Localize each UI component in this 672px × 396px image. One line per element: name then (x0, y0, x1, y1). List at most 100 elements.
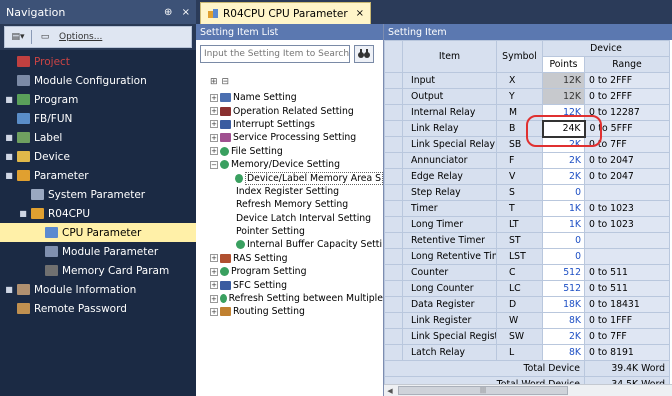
collapse-icon[interactable]: ■ (4, 171, 14, 181)
horizontal-scrollbar[interactable]: ◀ ||| (384, 384, 672, 396)
check-icon (220, 160, 229, 170)
filter-icon[interactable]: ▭ (36, 29, 54, 45)
expand-icon[interactable]: + (210, 267, 218, 276)
nav-item[interactable]: Remote Password (0, 299, 196, 318)
setting-tree-item[interactable]: − Memory/Device Setting (210, 158, 383, 171)
nav-item[interactable]: ■ Module Information (0, 280, 196, 299)
setting-tree-item[interactable]: + Name Setting (210, 91, 383, 104)
points-cell[interactable]: 18K (542, 296, 585, 313)
expand-icon[interactable]: ■ (4, 133, 14, 143)
points-cell[interactable]: 12K (542, 104, 585, 121)
nav-item[interactable]: CPU Parameter (0, 223, 196, 242)
symbol-cell: LST (496, 248, 543, 265)
setting-tree-item[interactable]: + RAS Setting (210, 252, 383, 265)
setting-item-list-header: Setting Item List (196, 24, 383, 40)
system-parameter-icon (31, 189, 44, 200)
expand-icon[interactable]: + (210, 307, 218, 316)
remote-password-icon (17, 303, 30, 314)
nav-item-label: Device (34, 150, 70, 163)
expand-icon[interactable]: ■ (4, 95, 14, 105)
nav-item[interactable]: Module Configuration (0, 71, 196, 90)
close-icon[interactable]: × (182, 7, 190, 18)
points-cell[interactable]: 2K (542, 168, 585, 185)
scroll-thumb[interactable]: ||| (398, 386, 568, 395)
tab-cpu-parameter[interactable]: R04CPU CPU Parameter × (200, 2, 372, 24)
view-mode-icon[interactable]: ▤▾ (9, 29, 27, 45)
close-tab-icon[interactable]: × (356, 8, 364, 19)
toolbar-separator (31, 30, 32, 44)
expand-icon[interactable]: + (210, 93, 218, 102)
collapse-icon[interactable]: ■ (18, 209, 28, 219)
search-input[interactable] (200, 45, 350, 63)
setting-tree-item[interactable]: + SFC Setting (210, 278, 383, 291)
collapse-all-icon[interactable]: ⊟ (222, 77, 230, 87)
setting-tree-item[interactable]: + Program Setting (210, 265, 383, 278)
points-cell[interactable]: 512 (542, 264, 585, 281)
options-button[interactable]: Options... (58, 29, 103, 45)
setting-tree-item[interactable]: Refresh Memory Setting (210, 198, 383, 211)
points-cell[interactable]: 1K (542, 216, 585, 233)
nav-item-label: Parameter (34, 169, 89, 182)
points-cell-editing[interactable]: 24K (541, 119, 586, 138)
symbol-cell: M (496, 104, 543, 121)
nav-item[interactable]: ■ Program (0, 90, 196, 109)
setting-tree-item[interactable]: Device/Label Memory Area S (210, 171, 383, 185)
points-cell[interactable]: 0 (542, 184, 585, 201)
points-cell[interactable]: 2K (542, 328, 585, 345)
collapse-icon[interactable]: − (210, 160, 218, 169)
points-cell[interactable]: 0 (542, 248, 585, 265)
nav-item[interactable]: ■ R04CPU (0, 204, 196, 223)
module-parameter-icon (45, 246, 58, 257)
setting-tree-item[interactable]: + Interrupt Settings (210, 118, 383, 131)
expand-icon[interactable]: ■ (4, 152, 14, 162)
setting-tree-toolbar: ⊞ ⊟ (196, 73, 383, 91)
expand-icon[interactable]: + (210, 147, 218, 156)
points-cell[interactable]: 8K (542, 312, 585, 329)
document-tabbar: R04CPU CPU Parameter × (196, 0, 672, 24)
points-cell[interactable]: 512 (542, 280, 585, 297)
setting-tree-item[interactable]: + Refresh Setting between Multiple (210, 292, 383, 305)
expand-icon[interactable]: + (210, 254, 218, 263)
nav-item[interactable]: Project (0, 52, 196, 71)
pin-icon[interactable]: ⊕ (164, 7, 172, 18)
nav-item[interactable]: System Parameter (0, 185, 196, 204)
points-cell[interactable]: 8K (542, 344, 585, 361)
item-cell: Latch Relay (402, 344, 497, 361)
setting-tree-item[interactable]: + File Setting (210, 145, 383, 158)
setting-tree-item[interactable]: Internal Buffer Capacity Setti (210, 238, 383, 251)
nav-item[interactable]: Module Parameter (0, 242, 196, 261)
item-cell: Step Relay (402, 184, 497, 201)
search-binoculars-icon[interactable] (354, 45, 374, 63)
setting-tree-item[interactable]: + Service Processing Setting (210, 131, 383, 144)
setting-tree-item[interactable]: Pointer Setting (210, 225, 383, 238)
symbol-cell: Y (496, 88, 543, 105)
nav-item[interactable]: Memory Card Param (0, 261, 196, 280)
nav-item[interactable]: ■ Parameter (0, 166, 196, 185)
setting-tree-item[interactable]: Device Latch Interval Setting (210, 212, 383, 225)
setting-tree-item[interactable]: Index Register Setting (210, 185, 383, 198)
expand-icon[interactable]: + (210, 107, 218, 116)
nav-item[interactable]: ■ Label (0, 128, 196, 147)
nav-item[interactable]: FB/FUN (0, 109, 196, 128)
points-cell[interactable]: 1K (542, 200, 585, 217)
points-cell[interactable]: 2K (542, 136, 585, 153)
cpu-folder-icon (31, 208, 44, 219)
points-cell[interactable]: 0 (542, 232, 585, 249)
expand-all-icon[interactable]: ⊞ (210, 77, 218, 87)
setting-tree-item[interactable]: + Operation Related Setting (210, 104, 383, 117)
expand-icon[interactable]: ■ (4, 285, 14, 295)
scroll-left-icon[interactable]: ◀ (384, 385, 396, 396)
check-icon (219, 294, 227, 304)
expand-icon[interactable]: + (210, 294, 218, 303)
setting-tree-item[interactable]: + Routing Setting (210, 305, 383, 318)
setting-tree-label: Service Processing Setting (233, 132, 357, 144)
program-icon (17, 94, 30, 105)
points-cell[interactable]: 2K (542, 152, 585, 169)
nav-item[interactable]: ■ Device (0, 147, 196, 166)
expand-icon[interactable]: + (210, 133, 218, 142)
expand-icon[interactable]: + (210, 281, 218, 290)
expand-icon[interactable]: + (210, 120, 218, 129)
